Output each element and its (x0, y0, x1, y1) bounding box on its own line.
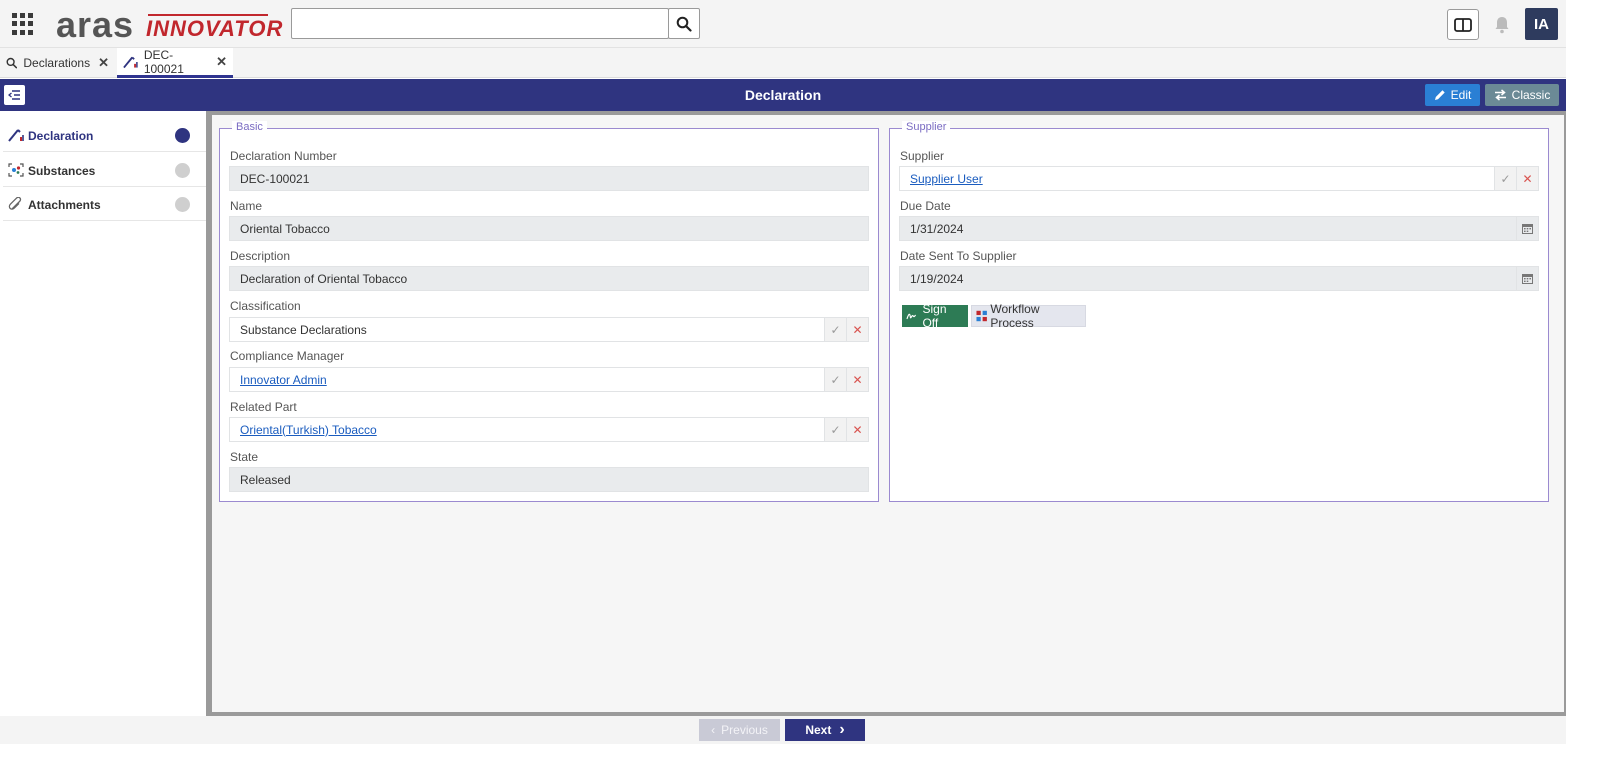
notifications-button[interactable] (1486, 9, 1518, 40)
logo-sub-text: INNOVATOR (146, 16, 284, 41)
sign-off-label: Sign Off (922, 302, 947, 330)
status-dot (175, 128, 190, 143)
name-field: Oriental Tobacco (229, 216, 869, 241)
search-input[interactable] (291, 8, 669, 39)
calendar-icon[interactable] (1516, 217, 1538, 240)
group-legend: Supplier (902, 121, 951, 133)
sidebar-toggle-icon (8, 90, 20, 100)
sidebar-item-declaration[interactable]: Declaration (3, 118, 206, 152)
sidebar-item-label: Declaration (28, 129, 94, 143)
split-view-icon (1454, 17, 1472, 32)
due-date-label: Due Date (900, 199, 951, 213)
next-button[interactable]: Next › (785, 719, 865, 741)
related-part-field[interactable]: Oriental(Turkish) Tobacco (229, 417, 869, 442)
related-part-link[interactable]: Oriental(Turkish) Tobacco (240, 423, 377, 437)
declaration-number-field: DEC-100021 (229, 166, 869, 191)
group-legend: Basic (232, 121, 267, 133)
status-dot (175, 197, 190, 212)
tab-dec-100021[interactable]: DEC-100021 ✕ (117, 48, 233, 78)
calendar-icon[interactable] (1516, 267, 1538, 290)
declaration-icon (123, 56, 138, 68)
classification-field[interactable]: Substance Declarations (229, 317, 869, 342)
sidebar-item-substances[interactable]: Substances (3, 153, 206, 187)
sign-off-button[interactable]: Sign Off (902, 302, 968, 330)
signature-icon (906, 313, 917, 320)
declaration-icon (8, 129, 24, 142)
description-field: Declaration of Oriental Tobacco (229, 266, 869, 291)
classification-label: Classification (230, 299, 301, 313)
app-frame: aras INNOVATOR IA Declarations ✕ DEC-100… (0, 0, 1600, 761)
chevron-right-icon: › (839, 721, 845, 738)
compliance-manager-link[interactable]: Innovator Admin (240, 373, 327, 387)
form-footer (0, 716, 1566, 744)
search-icon (676, 16, 692, 32)
related-part-label: Related Part (230, 400, 297, 414)
classic-button[interactable]: Classic (1485, 84, 1559, 106)
supplier-label: Supplier (900, 149, 945, 163)
supplier-field[interactable]: Supplier User (899, 166, 1539, 191)
search-icon (6, 57, 18, 69)
compliance-manager-label: Compliance Manager (230, 349, 345, 363)
form-sidebar: Declaration Substances Attachments (3, 117, 206, 713)
edit-button[interactable]: Edit (1425, 84, 1480, 106)
clear-icon[interactable]: ✕ (1516, 167, 1538, 190)
description-label: Description (230, 249, 291, 263)
workflow-process-button[interactable]: Workflow Process (971, 302, 1086, 330)
date-sent-field: 1/19/2024 (899, 266, 1539, 291)
state-label: State (230, 450, 259, 464)
form-title-bar: Declaration Edit Classic (0, 79, 1566, 111)
edit-label: Edit (1450, 88, 1472, 102)
bell-icon (1495, 16, 1509, 33)
aras-logo: aras INNOVATOR (56, 2, 286, 46)
compliance-manager-field[interactable]: Innovator Admin (229, 367, 869, 392)
paperclip-icon (8, 197, 22, 210)
clear-icon[interactable]: ✕ (846, 318, 868, 341)
sidebar-item-label: Substances (28, 164, 96, 178)
supplier-link[interactable]: Supplier User (910, 172, 983, 186)
search-button[interactable] (668, 8, 700, 39)
confirm-icon[interactable]: ✓ (824, 318, 846, 341)
close-icon[interactable]: ✕ (98, 55, 109, 71)
swap-icon (1494, 89, 1506, 101)
top-header: aras INNOVATOR IA (0, 0, 1600, 48)
workflow-label: Workflow Process (990, 302, 1040, 330)
tab-label: DEC-100021 (143, 47, 184, 76)
pencil-icon (1434, 90, 1445, 100)
user-avatar[interactable]: IA (1525, 8, 1558, 40)
window-edge (1566, 0, 1600, 761)
state-field: Released (229, 467, 869, 492)
tab-label: Declarations (23, 56, 91, 70)
sidebar-toggle-button[interactable] (4, 85, 25, 105)
next-label: Next (805, 723, 832, 737)
tab-declarations[interactable]: Declarations ✕ (0, 48, 115, 78)
previous-button[interactable]: ‹ Previous (699, 719, 780, 741)
confirm-icon[interactable]: ✓ (824, 368, 846, 391)
previous-label: Previous (721, 723, 768, 737)
declaration-number-label: Declaration Number (230, 149, 337, 163)
clear-icon[interactable]: ✕ (846, 418, 868, 441)
page-title: Declaration (744, 87, 822, 103)
confirm-icon[interactable]: ✓ (824, 418, 846, 441)
status-dot (175, 163, 190, 178)
confirm-icon[interactable]: ✓ (1494, 167, 1516, 190)
sidebar-item-attachments[interactable]: Attachments (3, 187, 206, 221)
date-sent-label: Date Sent To Supplier (900, 249, 1017, 263)
substances-icon (8, 163, 24, 177)
classic-label: Classic (1511, 88, 1551, 102)
close-icon[interactable]: ✕ (216, 54, 227, 70)
sidebar-item-label: Attachments (28, 198, 101, 212)
due-date-field: 1/31/2024 (899, 216, 1539, 241)
chevron-left-icon: ‹ (711, 723, 716, 737)
split-view-button[interactable] (1447, 9, 1479, 40)
logo-main-text: aras (56, 4, 135, 45)
tab-bar: Declarations ✕ DEC-100021 ✕ (0, 48, 1600, 78)
app-grid-icon[interactable] (12, 13, 34, 35)
workflow-icon (976, 310, 987, 322)
name-label: Name (230, 199, 263, 213)
clear-icon[interactable]: ✕ (846, 368, 868, 391)
